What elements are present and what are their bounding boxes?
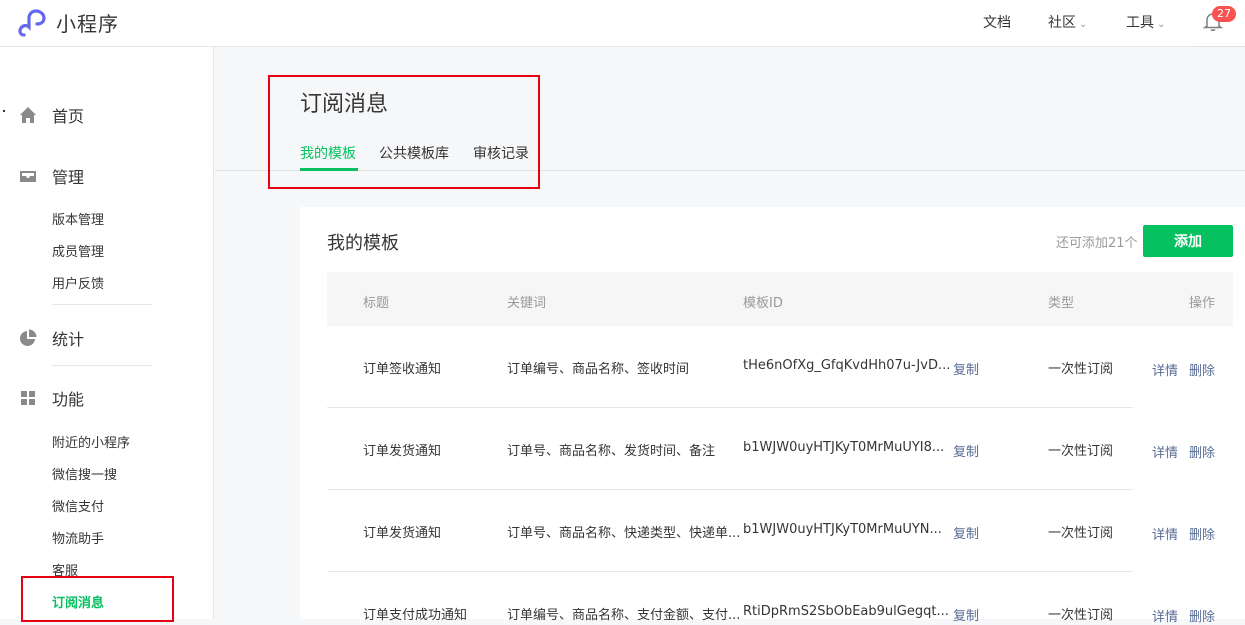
add-button[interactable]: 添加	[1143, 225, 1233, 257]
row-1-keywords: 订单编号、商品名称、签收时间	[507, 362, 690, 377]
sidebar-item-features[interactable]: 功能	[18, 386, 84, 410]
sidebar-item-label: 功能	[52, 390, 85, 409]
row-2-template-id: b1WJW0uyHTJKyT0MrMuUYI8...	[743, 440, 945, 455]
mini-program-logo-icon	[18, 8, 46, 37]
row-3-template-id: b1WJW0uyHTJKyT0MrMuUYN...	[743, 522, 942, 537]
divider	[52, 304, 152, 305]
sidebar-item-stats[interactable]: 统计	[18, 326, 84, 350]
row-4-keywords: 订单编号、商品名称、支付金额、支付...	[507, 608, 741, 623]
decorative-dot	[3, 110, 5, 112]
divider	[52, 365, 152, 366]
templates-card	[300, 207, 1245, 619]
sidebar-item-pay[interactable]: 微信支付	[52, 496, 104, 515]
card-title: 我的模板	[327, 233, 399, 254]
column-header-type: 类型	[1048, 296, 1075, 311]
row-4-copy-link[interactable]: 复制	[953, 605, 979, 624]
pie-chart-icon	[20, 329, 37, 346]
row-3-type: 一次性订阅	[1048, 526, 1114, 541]
row-4-template-id: RtiDpRmS2SbObEab9ulGegqt...	[743, 604, 949, 619]
column-header-title: 标题	[363, 296, 390, 311]
nav-tools-label: 工具	[1126, 15, 1154, 31]
row-2-detail-link[interactable]: 详情	[1152, 442, 1178, 461]
row-2-keywords: 订单号、商品名称、发货时间、备注	[507, 444, 716, 459]
highlight-box-header	[268, 75, 540, 189]
column-header-actions: 操作	[1189, 296, 1216, 311]
sidebar-item-label: 首页	[52, 107, 85, 126]
sidebar-item-nearby[interactable]: 附近的小程序	[52, 432, 130, 451]
sidebar-item-logistics[interactable]: 物流助手	[52, 528, 104, 547]
row-1-type: 一次性订阅	[1048, 362, 1114, 377]
row-4-type: 一次性订阅	[1048, 608, 1114, 623]
row-2-type: 一次性订阅	[1048, 444, 1114, 459]
row-4-detail-link[interactable]: 详情	[1152, 606, 1178, 625]
nav-community-label: 社区	[1048, 15, 1076, 31]
grid-icon	[21, 391, 35, 405]
sidebar-item-home[interactable]: 首页	[18, 103, 84, 127]
sidebar-item-members[interactable]: 成员管理	[52, 241, 104, 260]
row-3-keywords: 订单号、商品名称、快递类型、快递单...	[507, 526, 741, 541]
remaining-count: 还可添加21个	[1056, 236, 1138, 251]
row-1-title: 订单签收通知	[363, 362, 442, 377]
row-2-title: 订单发货通知	[363, 444, 442, 459]
chevron-down-icon: ⌄	[1157, 19, 1166, 30]
nav-tools[interactable]: 工具 ⌄	[1126, 12, 1165, 32]
nav-community[interactable]: 社区 ⌄	[1048, 12, 1087, 32]
sidebar-item-manage[interactable]: 管理	[18, 164, 84, 188]
nav-docs[interactable]: 文档	[983, 12, 1011, 32]
chevron-down-icon: ⌄	[1079, 19, 1088, 30]
row-4-title: 订单支付成功通知	[363, 608, 468, 623]
row-1-delete-link[interactable]: 删除	[1189, 360, 1215, 379]
logo-text: 小程序	[56, 12, 119, 36]
divider	[327, 489, 1133, 490]
divider	[327, 571, 1133, 572]
divider	[327, 407, 1133, 408]
row-1-template-id: tHe6nOfXg_GfqKvdHh07u-JvD...	[743, 358, 951, 373]
sidebar-item-version[interactable]: 版本管理	[52, 209, 104, 228]
row-2-copy-link[interactable]: 复制	[953, 441, 979, 460]
sidebar-item-label: 管理	[52, 168, 85, 187]
sidebar-item-feedback[interactable]: 用户反馈	[52, 273, 104, 292]
highlight-box-sidebar	[21, 576, 174, 622]
nav-docs-label: 文档	[983, 15, 1011, 31]
row-1-copy-link[interactable]: 复制	[953, 359, 979, 378]
row-3-detail-link[interactable]: 详情	[1152, 524, 1178, 543]
inbox-icon	[20, 171, 36, 182]
row-3-copy-link[interactable]: 复制	[953, 523, 979, 542]
row-1-detail-link[interactable]: 详情	[1152, 360, 1178, 379]
notification-badge: 27	[1212, 6, 1236, 22]
row-2-delete-link[interactable]: 删除	[1189, 442, 1215, 461]
sidebar-item-label: 统计	[52, 330, 85, 349]
row-4-delete-link[interactable]: 删除	[1189, 606, 1215, 625]
column-header-template-id: 模板ID	[743, 296, 783, 311]
row-3-delete-link[interactable]: 删除	[1189, 524, 1215, 543]
row-3-title: 订单发货通知	[363, 526, 442, 541]
sidebar-item-search[interactable]: 微信搜一搜	[52, 464, 117, 483]
logo[interactable]: 小程序	[18, 8, 119, 37]
home-icon	[20, 107, 36, 123]
top-bar: 小程序 文档 社区 ⌄ 工具 ⌄ 27	[0, 0, 1245, 47]
column-header-keywords: 关键词	[507, 296, 547, 311]
